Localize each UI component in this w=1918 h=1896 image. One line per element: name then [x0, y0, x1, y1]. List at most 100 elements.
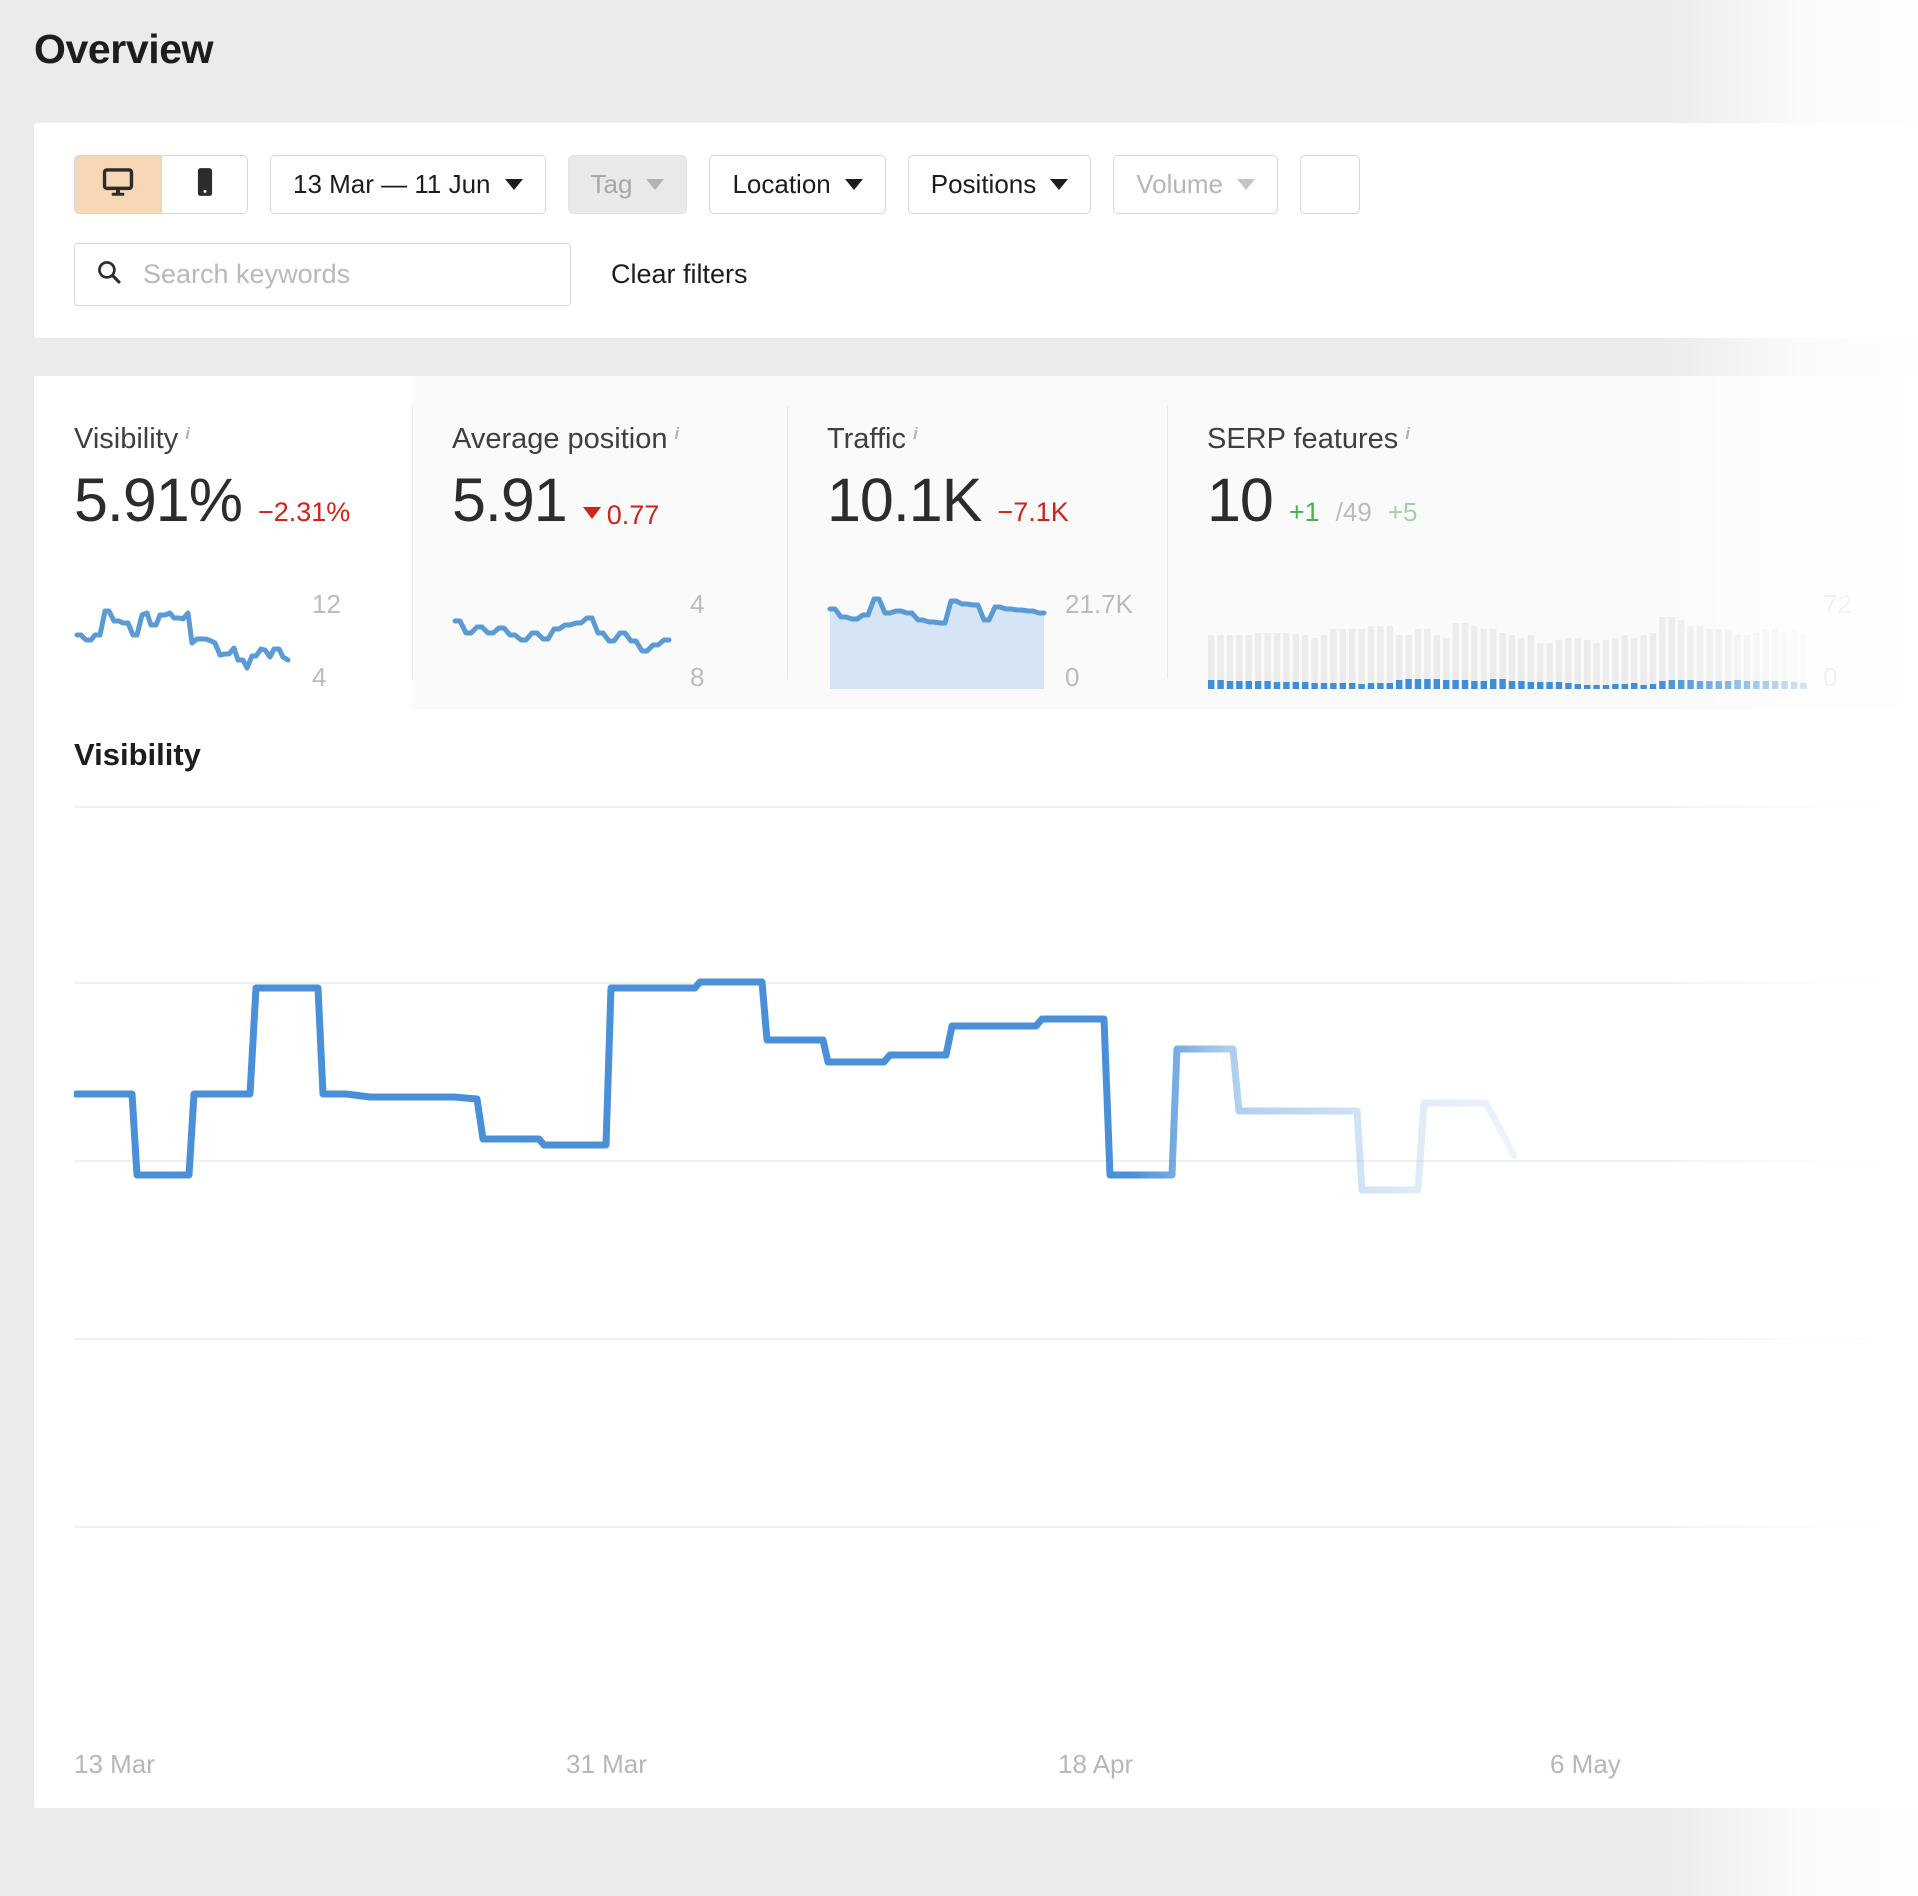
sparkline-bars-total [1208, 617, 1807, 689]
clear-filters-button[interactable]: Clear filters [611, 259, 748, 290]
positions-filter[interactable]: Positions [908, 155, 1092, 214]
location-filter[interactable]: Location [709, 155, 885, 214]
sparkline-wrap: 72 0 [1207, 593, 1895, 689]
date-range-filter[interactable]: 13 Mar — 11 Jun [270, 155, 546, 214]
x-axis-tick: 6 May [1550, 1749, 1621, 1780]
sparkline-max-label: 72 [1823, 589, 1852, 620]
sparkline-wrap: 12 4 [74, 593, 384, 689]
sparkline-min-label: 8 [690, 662, 704, 693]
metric-label-text: SERP features [1207, 423, 1398, 456]
overview-card: Visibility i 5.91% −2.31% [34, 376, 1918, 1808]
sparkline-svg [452, 593, 674, 689]
sparkline-traffic [827, 593, 1049, 689]
chevron-down-icon [646, 179, 664, 190]
sparkline-axis: 4 8 [690, 593, 762, 689]
metric-card-traffic[interactable]: Traffic i 10.1K −7.1K [787, 376, 1167, 709]
mobile-phone-icon [188, 165, 222, 204]
chart-line [76, 982, 1514, 1190]
overview-page: Overview [0, 0, 1918, 1896]
sparkline-average-position [452, 593, 674, 689]
metric-value-row: 5.91% −2.31% [74, 468, 412, 532]
search-box[interactable] [74, 243, 571, 306]
sparkline-path [455, 618, 669, 651]
metric-label-text: Traffic [827, 423, 906, 456]
metric-label: Traffic i [827, 423, 1167, 456]
location-filter-label: Location [732, 169, 830, 200]
device-toggle[interactable] [74, 155, 248, 214]
sparkline-max-label: 4 [690, 589, 704, 620]
chart-svg [74, 805, 1878, 1673]
sparkline-serp-features [1207, 593, 1807, 689]
device-toggle-desktop[interactable] [75, 156, 161, 213]
metric-card-visibility[interactable]: Visibility i 5.91% −2.31% [34, 376, 412, 709]
sparkline-axis: 21.7K 0 [1065, 593, 1175, 689]
metric-label: Average position i [452, 423, 787, 456]
metric-total: /49 [1336, 497, 1372, 528]
metric-value: 10.1K [827, 468, 981, 532]
sparkline-max-label: 12 [312, 589, 341, 620]
metric-label: Visibility i [74, 423, 412, 456]
sparkline-min-label: 0 [1065, 662, 1079, 693]
chart-title: Visibility [74, 737, 201, 773]
metric-delta-text: 0.77 [607, 500, 660, 531]
metric-value: 10 [1207, 468, 1273, 532]
sparkline-svg [1207, 593, 1807, 689]
filter-panel: 13 Mar — 11 Jun Tag Location Positions V… [34, 123, 1918, 338]
sparkline-svg [74, 593, 296, 689]
filter-row-primary: 13 Mar — 11 Jun Tag Location Positions V… [74, 155, 1360, 214]
chevron-down-icon [505, 179, 523, 190]
filter-row-secondary: Clear filters [74, 243, 748, 306]
metric-delta: −7.1K [997, 497, 1068, 528]
metric-label-text: Visibility [74, 423, 178, 456]
metric-delta-text: +1 [1289, 497, 1320, 528]
sparkline-axis: 12 4 [312, 593, 384, 689]
chevron-down-icon [1237, 179, 1255, 190]
metric-delta-text: −2.31% [258, 497, 350, 528]
desktop-monitor-icon [101, 165, 135, 204]
chart-x-axis: 13 Mar 31 Mar 18 Apr 6 May [74, 1749, 1878, 1789]
metric-card-average-position[interactable]: Average position i 5.91 0.77 [412, 376, 787, 709]
tag-filter[interactable]: Tag [568, 155, 688, 214]
device-toggle-mobile[interactable] [161, 156, 247, 213]
triangle-down-icon [583, 507, 601, 519]
metric-delta-text: −7.1K [997, 497, 1068, 528]
info-icon[interactable]: i [675, 425, 680, 442]
metric-value-row: 10.1K −7.1K [827, 468, 1167, 532]
sparkline-area [830, 599, 1044, 689]
metric-delta: +1 [1289, 497, 1320, 528]
info-icon[interactable]: i [185, 425, 190, 442]
sparkline-wrap: 21.7K 0 [827, 593, 1175, 689]
metric-value: 5.91% [74, 468, 242, 532]
sparkline-wrap: 4 8 [452, 593, 762, 689]
metric-card-serp-features[interactable]: SERP features i 10 +1 /49 +5 [1167, 376, 1918, 709]
sparkline-visibility [74, 593, 296, 689]
x-axis-tick: 13 Mar [74, 1749, 155, 1780]
metric-strip: Visibility i 5.91% −2.31% [34, 376, 1918, 709]
sparkline-svg [827, 593, 1049, 689]
info-icon[interactable]: i [913, 425, 918, 442]
visibility-chart[interactable] [74, 805, 1878, 1673]
metric-value-row: 5.91 0.77 [452, 468, 787, 532]
chart-gridlines [74, 807, 1878, 1527]
x-axis-tick: 31 Mar [566, 1749, 647, 1780]
search-input[interactable] [141, 258, 550, 291]
metric-label: SERP features i [1207, 423, 1918, 456]
chevron-down-icon [845, 179, 863, 190]
date-range-label: 13 Mar — 11 Jun [293, 169, 491, 200]
sparkline-path [77, 611, 288, 668]
positions-filter-label: Positions [931, 169, 1037, 200]
page-title: Overview [34, 26, 213, 73]
volume-filter[interactable]: Volume [1113, 155, 1278, 214]
overflow-filter[interactable] [1300, 155, 1360, 214]
metric-delta: 0.77 [583, 500, 660, 531]
sparkline-axis: 72 0 [1823, 593, 1895, 689]
x-axis-tick: 18 Apr [1058, 1749, 1133, 1780]
chevron-down-icon [1050, 179, 1068, 190]
sparkline-max-label: 21.7K [1065, 589, 1133, 620]
metric-delta: −2.31% [258, 497, 350, 528]
sparkline-min-label: 0 [1823, 662, 1837, 693]
info-icon[interactable]: i [1405, 425, 1410, 442]
metric-total-delta: +5 [1388, 497, 1418, 528]
search-icon [95, 258, 123, 291]
metric-value: 5.91 [452, 468, 567, 532]
